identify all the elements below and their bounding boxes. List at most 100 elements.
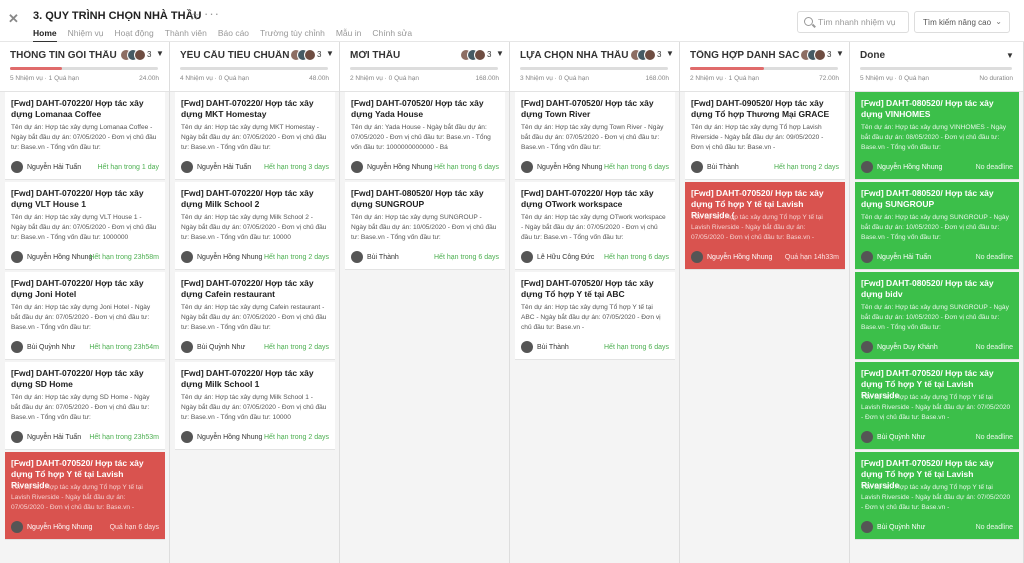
task-card[interactable]: [Fwd] DAHT-070520/ Hợp tác xây dựng Town… <box>515 92 675 180</box>
deadline-status: Hết hạn trong 2 days <box>774 164 839 171</box>
assignee-avatar <box>181 251 193 263</box>
task-title: [Fwd] DAHT-070220/ Hợp tác xây dựng SD H… <box>11 368 144 389</box>
task-card[interactable]: [Fwd] DAHT-070220/ Hợp tác xây dựng Loma… <box>5 92 165 180</box>
task-title: [Fwd] DAHT-070520/ Hợp tác xây dựng Yada… <box>351 98 484 119</box>
assignee-avatar <box>181 341 193 353</box>
top-bar: ✕ 3. QUY TRÌNH CHỌN NHÀ THẦU ☆ ··· Home … <box>0 0 1024 43</box>
task-card[interactable]: [Fwd] DAHT-070520/ Hợp tác xây dựng Yada… <box>345 92 505 180</box>
more-options-icon[interactable]: ··· <box>204 6 220 21</box>
tab-reports[interactable]: Báo cáo <box>218 28 249 42</box>
task-card[interactable]: [Fwd] DAHT-090520/ Hợp tác xây dựng Tổ h… <box>685 92 845 180</box>
deadline-status: Hết hạn trong 6 days <box>604 344 669 351</box>
assignee-avatar <box>11 251 23 263</box>
task-card[interactable]: [Fwd] DAHT-070520/ Hợp tác xây dựng Tổ h… <box>685 182 845 270</box>
search-input[interactable]: Tìm nhanh nhiệm vụ <box>797 11 909 33</box>
tab-members[interactable]: Thành viên <box>165 28 207 42</box>
deadline-status: Hết hạn trong 2 days <box>264 434 329 441</box>
tab-edit[interactable]: Chính sửa <box>372 28 412 42</box>
column-title: YÊU CẦU TIÊU CHUẨN <box>180 50 290 61</box>
star-icon[interactable]: ☆ <box>189 9 200 23</box>
advanced-search-button[interactable]: Tìm kiếm nâng cao ⌄ <box>914 11 1010 33</box>
tab-custom-fields[interactable]: Trường tùy chỉnh <box>260 28 325 42</box>
task-card[interactable]: [Fwd] DAHT-080520/ Hợp tác xây dựng SUNG… <box>855 182 1019 270</box>
task-card[interactable]: [Fwd] DAHT-070520/ Hợp tác xây dựng Tổ h… <box>855 452 1019 540</box>
task-description: Tên dự án: Hợp tác xây dựng Cafein resta… <box>181 304 327 331</box>
column-progress-bar <box>860 67 1012 70</box>
member-avatar <box>474 49 486 61</box>
deadline-status: No deadline <box>975 524 1013 531</box>
task-card[interactable]: [Fwd] DAHT-070520/ Hợp tác xây dựng Tổ h… <box>5 452 165 540</box>
task-description: Tên dự án: Hợp tác xây dựng Milk School … <box>181 214 327 241</box>
assignee-avatar <box>861 431 873 443</box>
column-header: Done ▼ 5 Nhiệm vụ · 0 Quá hạn No duration <box>850 42 1023 92</box>
assignee-avatar <box>11 521 23 533</box>
column-title: THÔNG TIN GÓI THẦU <box>10 50 117 61</box>
deadline-status: Hết hạn trong 2 days <box>264 254 329 261</box>
search-placeholder: Tìm nhanh nhiệm vụ <box>818 17 896 27</box>
member-avatar <box>644 49 656 61</box>
tab-activity[interactable]: Hoạt động <box>115 28 154 42</box>
assignee-name: Nguyễn Hải Tuấn <box>197 164 252 171</box>
task-card[interactable]: [Fwd] DAHT-070520/ Hợp tác xây dựng Tổ h… <box>515 272 675 360</box>
task-card[interactable]: [Fwd] DAHT-070220/ Hợp tác xây dựng OTwo… <box>515 182 675 270</box>
assignee-avatar <box>861 161 873 173</box>
assignee-name: Nguyễn Hải Tuấn <box>877 254 932 261</box>
column-progress-bar <box>180 67 328 70</box>
deadline-status: Hết hạn trong 23h54m <box>89 344 159 351</box>
column-meta: 4 Nhiệm vụ · 0 Quá hạn <box>180 75 250 82</box>
column-2: MỜI THẦU 3 ▼ 2 Nhiệm vụ · 0 Quá hạn 168.00h [… <box>340 42 510 563</box>
tab-print-templates[interactable]: Mẫu in <box>336 28 362 42</box>
task-card[interactable]: [Fwd] DAHT-070220/ Hợp tác xây dựng VLT … <box>5 182 165 270</box>
task-title: [Fwd] DAHT-070220/ Hợp tác xây dựng Joni… <box>11 278 144 299</box>
deadline-status: Hết hạn trong 2 days <box>264 344 329 351</box>
task-title: [Fwd] DAHT-070520/ Hợp tác xây dựng Town… <box>521 98 654 119</box>
task-description: Tên dự án: Hợp tác xây dựng Joni Hotel -… <box>11 304 151 331</box>
tab-bar: Home Nhiệm vụ Hoạt động Thành viên Báo c… <box>33 28 423 43</box>
column-menu-icon[interactable]: ▼ <box>156 49 164 58</box>
task-title: [Fwd] DAHT-070220/ Hợp tác xây dựng VLT … <box>11 188 144 209</box>
task-card[interactable]: [Fwd] DAHT-070220/ Hợp tác xây dựng SD H… <box>5 362 165 450</box>
column-progress-bar <box>690 67 838 70</box>
task-card[interactable]: [Fwd] DAHT-080520/ Hợp tác xây dựng bidv… <box>855 272 1019 360</box>
page-title: 3. QUY TRÌNH CHỌN NHÀ THẦU <box>33 10 202 22</box>
task-card[interactable]: [Fwd] DAHT-070220/ Hợp tác xây dựng Cafe… <box>175 272 335 360</box>
assignee-name: Bùi Quỳnh Như <box>27 344 76 351</box>
task-card[interactable]: [Fwd] DAHT-070220/ Hợp tác xây dựng MKT … <box>175 92 335 180</box>
task-title: [Fwd] DAHT-070220/ Hợp tác xây dựng OTwo… <box>521 188 654 209</box>
assignee-name: Nguyễn Hồng Nhung <box>537 164 603 171</box>
column-menu-icon[interactable]: ▼ <box>666 49 674 58</box>
task-title: [Fwd] DAHT-070220/ Hợp tác xây dựng Loma… <box>11 98 144 119</box>
task-card[interactable]: [Fwd] DAHT-070220/ Hợp tác xây dựng Milk… <box>175 362 335 450</box>
assignee-avatar <box>351 161 363 173</box>
column-5: Done ▼ 5 Nhiệm vụ · 0 Quá hạn No duration [F… <box>850 42 1024 563</box>
task-card[interactable]: [Fwd] DAHT-070220/ Hợp tác xây dựng Milk… <box>175 182 335 270</box>
app-logo-icon[interactable]: ✕ <box>8 11 24 27</box>
deadline-status: No deadline <box>975 164 1013 171</box>
task-card[interactable]: [Fwd] DAHT-070520/ Hợp tác xây dựng Tổ h… <box>855 362 1019 450</box>
deadline-status: No deadline <box>975 434 1013 441</box>
tab-home[interactable]: Home <box>33 28 57 43</box>
task-title: [Fwd] DAHT-080520/ Hợp tác xây dựng SUNG… <box>861 188 994 209</box>
deadline-status: No deadline <box>975 254 1013 261</box>
task-card[interactable]: [Fwd] DAHT-070220/ Hợp tác xây dựng Joni… <box>5 272 165 360</box>
member-avatar <box>134 49 146 61</box>
column-menu-icon[interactable]: ▼ <box>1006 51 1014 60</box>
kanban-board: THÔNG TIN GÓI THẦU 3 ▼ 5 Nhiệm vụ · 1 Quá h… <box>0 42 1024 563</box>
task-description: Tên dự án: Hợp tác xây dựng Milk School … <box>181 394 327 421</box>
assignee-avatar <box>11 161 23 173</box>
column-menu-icon[interactable]: ▼ <box>496 49 504 58</box>
column-menu-icon[interactable]: ▼ <box>836 49 844 58</box>
tab-tasks[interactable]: Nhiệm vụ <box>68 28 104 42</box>
column-menu-icon[interactable]: ▼ <box>326 49 334 58</box>
assignee-avatar <box>11 341 23 353</box>
task-description: Tên dự án: Hợp tác xây dựng Lomanaa Coff… <box>11 124 157 151</box>
column-duration: 168.00h <box>645 75 670 82</box>
assignee-name: Lê Hữu Công Đức <box>537 254 595 261</box>
task-card[interactable]: [Fwd] DAHT-080520/ Hợp tác xây dựng SUNG… <box>345 182 505 270</box>
task-card[interactable]: [Fwd] DAHT-080520/ Hợp tác xây dựng VINH… <box>855 92 1019 180</box>
column-4: TỔNG HỢP DANH SÁCH 3 ▼ 2 Nhiệm vụ · 1 Quá h… <box>680 42 850 563</box>
column-duration: 168.00h <box>475 75 500 82</box>
task-description: Tên dự án: Hợp tác xây dựng Tổ hợp Y tế … <box>11 484 143 511</box>
column-header: TỔNG HỢP DANH SÁCH 3 ▼ 2 Nhiệm vụ · 1 Quá h… <box>680 42 849 92</box>
column-header: THÔNG TIN GÓI THẦU 3 ▼ 5 Nhiệm vụ · 1 Quá h… <box>0 42 169 92</box>
